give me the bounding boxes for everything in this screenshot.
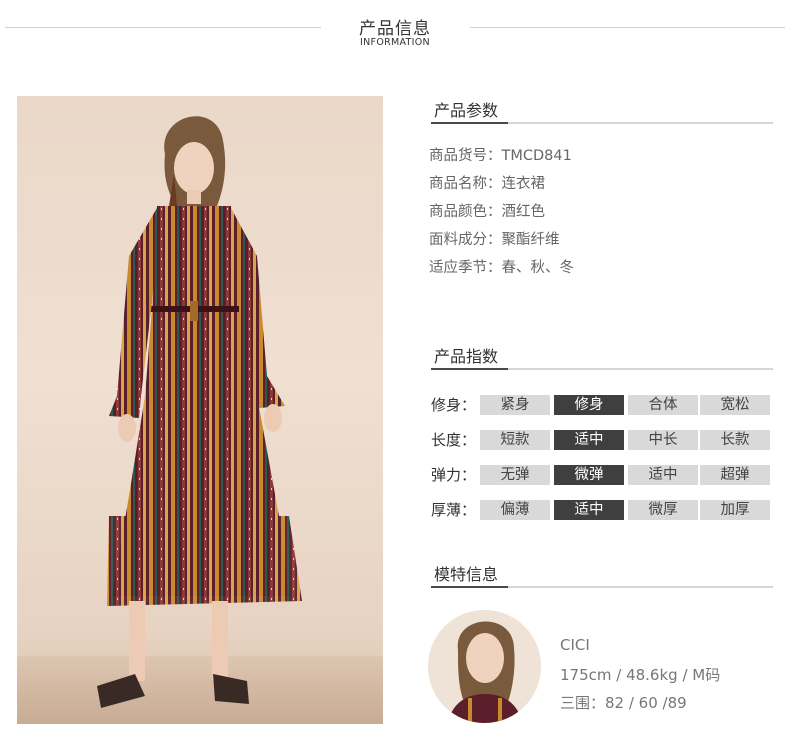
index-option-selected: 适中 bbox=[554, 500, 624, 520]
param-row: 适应季节：春、秋、冬 bbox=[429, 256, 574, 277]
param-row: 商品名称：连衣裙 bbox=[429, 172, 545, 193]
page-title: 产品信息 bbox=[359, 19, 431, 39]
index-option: 合体 bbox=[628, 395, 698, 415]
param-label: 商品颜色： bbox=[429, 204, 502, 220]
model-title: 模特信息 bbox=[434, 565, 499, 584]
index-option: 短款 bbox=[480, 430, 550, 450]
index-option: 微厚 bbox=[628, 500, 698, 520]
model-measurements: 三围：82 / 60 /89 bbox=[560, 694, 687, 712]
index-row-label: 长度： bbox=[431, 431, 477, 449]
param-row: 商品颜色：酒红色 bbox=[429, 200, 545, 221]
index-option: 适中 bbox=[628, 465, 698, 485]
params-title: 产品参数 bbox=[434, 101, 499, 120]
param-label: 商品货号： bbox=[429, 148, 502, 164]
index-row-label: 厚薄： bbox=[431, 501, 477, 519]
param-value: 连衣裙 bbox=[501, 176, 546, 192]
index-option-selected: 修身 bbox=[554, 395, 624, 415]
model-avatar bbox=[428, 610, 541, 723]
index-option: 中长 bbox=[628, 430, 698, 450]
param-row: 商品货号：TMCD841 bbox=[429, 144, 572, 165]
index-option: 宽松 bbox=[700, 395, 770, 415]
index-option: 无弹 bbox=[480, 465, 550, 485]
index-option: 偏薄 bbox=[480, 500, 550, 520]
index-title: 产品指数 bbox=[434, 347, 499, 366]
header-divider-left bbox=[5, 27, 321, 28]
index-option-selected: 微弹 bbox=[554, 465, 624, 485]
param-label: 商品名称： bbox=[429, 176, 502, 192]
model-name: CICI bbox=[560, 636, 590, 654]
index-row-label: 弹力： bbox=[431, 466, 477, 484]
page-subtitle: INFORMATION bbox=[360, 37, 430, 48]
model-stats: 175cm / 48.6kg / M码 bbox=[560, 666, 721, 684]
param-label: 面料成分： bbox=[429, 232, 502, 248]
index-divider bbox=[431, 368, 773, 370]
param-value: 春、秋、冬 bbox=[501, 260, 575, 276]
param-label: 适应季节： bbox=[429, 260, 502, 276]
index-option: 紧身 bbox=[480, 395, 550, 415]
index-option: 长款 bbox=[700, 430, 770, 450]
index-row-label: 修身： bbox=[431, 396, 477, 414]
model-divider bbox=[431, 586, 773, 588]
header-divider-right bbox=[470, 27, 785, 28]
params-divider bbox=[431, 122, 773, 124]
param-value: 酒红色 bbox=[501, 204, 546, 220]
param-value: 聚酯纤维 bbox=[501, 232, 560, 248]
product-photo bbox=[17, 96, 383, 724]
index-option-selected: 适中 bbox=[554, 430, 624, 450]
index-option: 超弹 bbox=[700, 465, 770, 485]
param-row: 面料成分：聚酯纤维 bbox=[429, 228, 560, 249]
param-value: TMCD841 bbox=[501, 148, 572, 164]
index-option: 加厚 bbox=[700, 500, 770, 520]
